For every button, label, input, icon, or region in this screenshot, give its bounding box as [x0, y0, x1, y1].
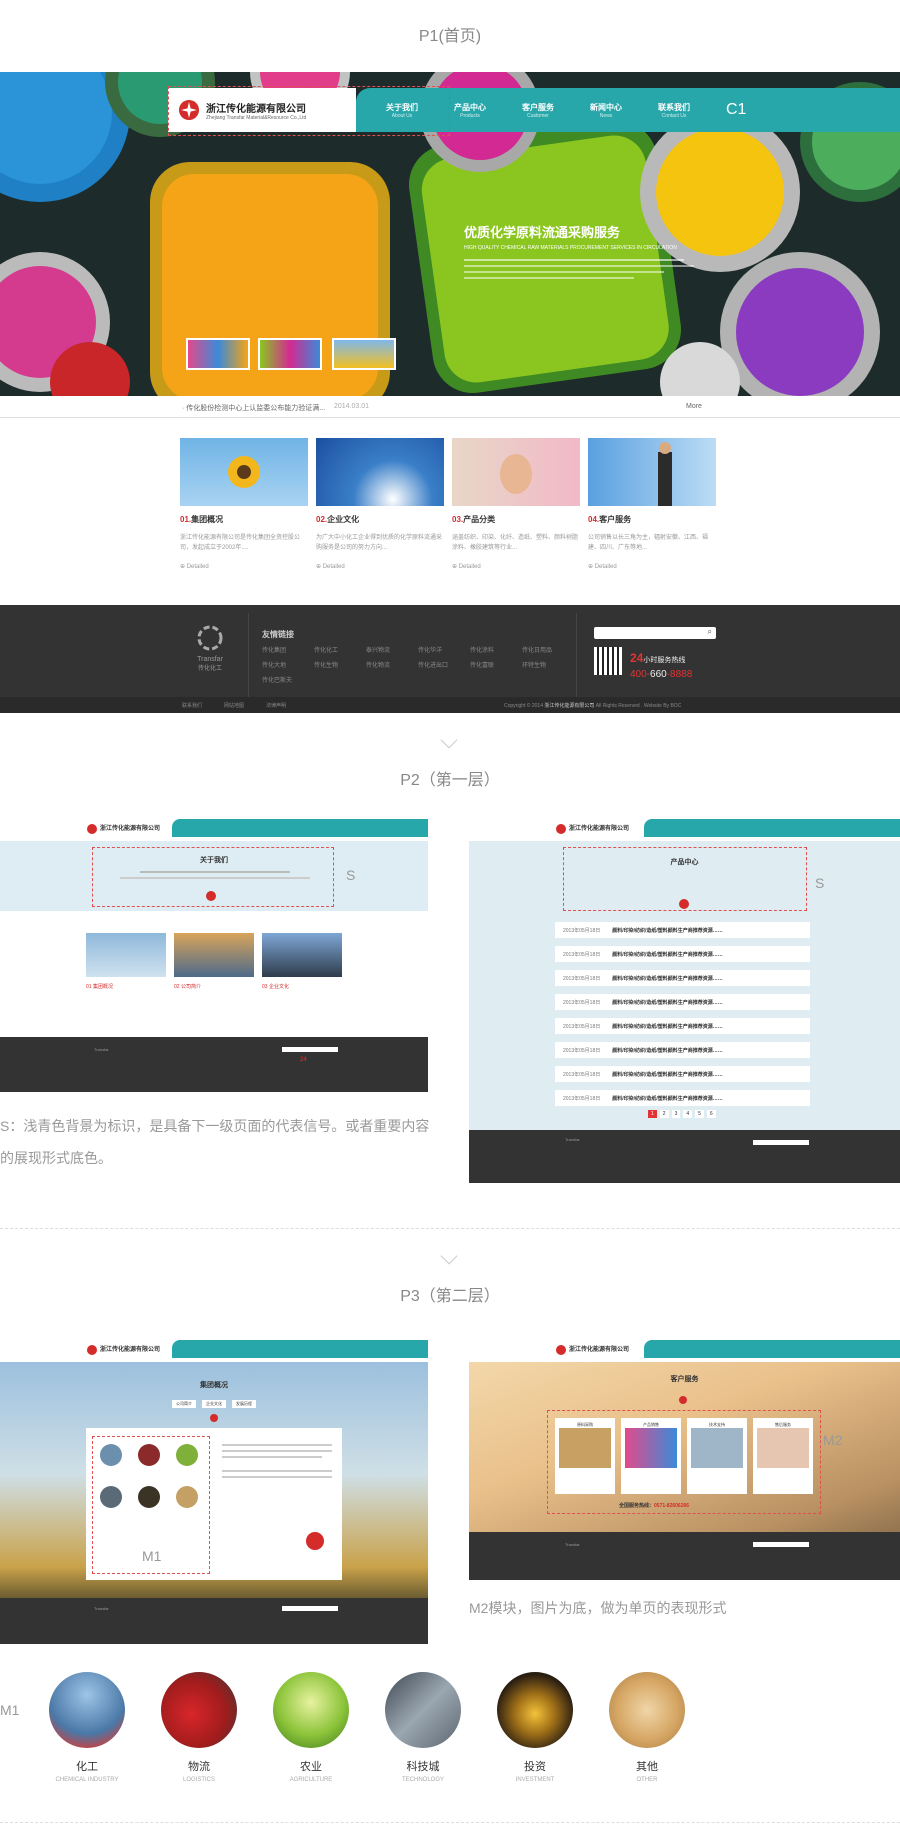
note-m2: M2模块，图片为底，做为单页的表现形式	[469, 1600, 727, 1616]
friend-link[interactable]: 泰兴物流	[366, 645, 418, 654]
nav-item-customer[interactable]: 客户服务 Customer	[504, 102, 572, 119]
note-s: S：浅青色背景为标识，是具备下一级页面的代表信号。或者重要内容的展现形式底色。	[0, 1118, 430, 1166]
footer-link-legal[interactable]: 法律声明	[266, 702, 286, 709]
friend-link[interactable]: 传化涂料	[470, 645, 522, 654]
friend-link[interactable]: 传化化工	[314, 645, 366, 654]
news-more-link[interactable]: More	[686, 403, 702, 410]
hero-thumb-1[interactable]	[186, 338, 250, 370]
friend-link[interactable]: 传化进出口	[418, 660, 470, 669]
card-title: 产品分类	[463, 515, 496, 524]
hero-title: 优质化学原料流通采购服务	[464, 225, 621, 240]
module-tag-c1: C1	[726, 101, 747, 118]
feature-card[interactable]: 02.企业文化 为广大中小化工企业得到优质的化学原料流通采购服务是公司的努力方向…	[316, 438, 444, 570]
sunflower-image	[180, 438, 308, 506]
category-agriculture[interactable]: 农业 AGRICULTURE	[273, 1672, 349, 1783]
search-icon[interactable]: ⌕	[708, 627, 712, 637]
friend-link[interactable]: 传化巴斯夫	[262, 675, 314, 684]
news-link[interactable]: · 传化股份检测中心上认监委公布能力验证满...	[182, 403, 325, 413]
friend-link[interactable]: 环特生物	[522, 660, 574, 669]
annotation-box	[168, 86, 450, 136]
mock-group-page: 浙江传化能源有限公司 集团概况 公司简介 企业文化 发展历程 M1 Transf…	[0, 1336, 428, 1644]
card-detail-link[interactable]: ⊕ Detailed	[180, 563, 308, 570]
hero-text: 优质化学原料流通采购服务 HIGH QUALITY CHEMICAL RAW M…	[464, 222, 704, 279]
mock-about-page: 浙江传化能源有限公司 关于我们 S 01 集团概况 02 公司简介 03 企业文…	[0, 815, 428, 1092]
hero-subtitle: HIGH QUALITY CHEMICAL RAW MATERIALS PROC…	[464, 245, 677, 251]
hero-thumb-2[interactable]	[258, 338, 322, 370]
list-item[interactable]: 2013年05月18日 颜料/印染/纺织/造纸/塑料颜料生产商推荐资源……	[555, 1042, 810, 1058]
list-item[interactable]: 2013年05月18日 颜料/印染/纺织/造纸/塑料颜料生产商推荐资源……	[555, 970, 810, 986]
friend-link[interactable]: 传化日用品	[522, 645, 574, 654]
module-tag-m1: M1	[0, 1702, 20, 1718]
category-chemical[interactable]: 化工 CHEMICAL INDUSTRY	[49, 1672, 125, 1783]
list-item[interactable]: 2013年05月18日 颜料/印染/纺织/造纸/塑料颜料生产商推荐资源……	[555, 1018, 810, 1034]
category-logistics[interactable]: 物流 LOGISTICS	[161, 1672, 237, 1783]
list-item[interactable]: 2013年05月18日 颜料/印染/纺织/造纸/塑料颜料生产商推荐资源……	[555, 922, 810, 938]
friend-link[interactable]: 传化物流	[366, 660, 418, 669]
footer-search-input[interactable]: ⌕	[594, 627, 716, 639]
section-label-p1: P1(首页)	[418, 28, 482, 45]
footer-link-contact[interactable]: 联系我们	[182, 702, 202, 709]
card-detail-link[interactable]: ⊕ Detailed	[316, 563, 444, 570]
footer-link-sitemap[interactable]: 网站地图	[224, 702, 244, 709]
feature-card[interactable]: 01.集团概况 浙江传化能源有限公司是传化集团全资控股公司，发起成立于2002年…	[180, 438, 308, 570]
wheat-photo-icon	[609, 1672, 685, 1748]
chemical-plant-photo-icon	[49, 1672, 125, 1748]
chevron-down-icon	[440, 731, 458, 749]
footer-logo: Transfar 传化化工	[188, 625, 232, 672]
news-date: 2014.03.01	[334, 403, 370, 410]
card-detail-link[interactable]: ⊕ Detailed	[452, 563, 580, 570]
copyright-bar: 联系我们 网站地图 法律声明 Copyright © 2014 浙江传化能源有限…	[0, 697, 900, 713]
hotline: 24小时服务热线 400-660-8888	[630, 651, 693, 680]
friend-link[interactable]: 传化集团	[262, 645, 314, 654]
nav-item-contact[interactable]: 联系我们 Contact Us	[640, 102, 708, 119]
card-title: 企业文化	[327, 515, 360, 524]
building-photo-icon	[385, 1672, 461, 1748]
section-label-p3: P3（第二层）	[400, 1288, 500, 1305]
pagination: 1 2 3 4 5 6	[648, 1110, 716, 1118]
friend-link[interactable]: 传化富联	[470, 660, 522, 669]
light-cyan-banner: 关于我们 S	[0, 841, 428, 911]
feature-card[interactable]: 04.客户服务 公司销售以长三角为主，辐射安徽、江西、福建、四川、广东等地...…	[588, 438, 716, 570]
golden-eggs-photo-icon	[497, 1672, 573, 1748]
card-desc: 为广大中小化工企业得到优质的化学原料流通采购服务是公司的努力方向...	[316, 535, 443, 551]
hero-thumb-3[interactable]	[332, 338, 396, 370]
links-title: 友情链接	[262, 630, 294, 639]
friend-link[interactable]: 传化华洋	[418, 645, 470, 654]
list-item[interactable]: 2013年05月18日 颜料/印染/纺织/造纸/塑料颜料生产商推荐资源……	[555, 1090, 810, 1106]
card-desc: 涵盖纺织、印染、化纤、造纸、塑料、颜料树脂涂料、橡胶建筑等行业...	[452, 535, 579, 551]
card-title: 客户服务	[599, 515, 632, 524]
truck-photo-icon	[161, 1672, 237, 1748]
news-ticker: · 传化股份检测中心上认监委公布能力验证满... 2014.03.01 More	[0, 396, 900, 418]
card-desc: 浙江传化能源有限公司是传化集团全资控股公司，发起成立于2002年....	[180, 535, 301, 551]
friend-links: 传化集团 传化化工 泰兴物流 传化华洋 传化涂料 传化日用品 传化大地 传化生物 传化物流 传化…	[262, 645, 574, 684]
sprout-photo-icon	[273, 1672, 349, 1748]
card-title: 集团概况	[191, 515, 224, 524]
skydivers-image	[316, 438, 444, 506]
card-detail-link[interactable]: ⊕ Detailed	[588, 563, 716, 570]
nav-item-news[interactable]: 新闻中心 News	[572, 102, 640, 119]
card-desc: 公司销售以长三角为主，辐射安徽、江西、福建、四川、广东等地...	[588, 535, 709, 551]
mock-service-page: 浙江传化能源有限公司 客户服务 原料采购 产品销售 技术支持 售后服务 全国服务…	[469, 1336, 900, 1580]
category-other[interactable]: 其他 OTHER	[609, 1672, 685, 1783]
list-item[interactable]: 2013年05月18日 颜料/印染/纺织/造纸/塑料颜料生产商推荐资源……	[555, 1066, 810, 1082]
transfar-logo-icon	[197, 625, 223, 651]
chevron-down-icon	[440, 1247, 458, 1265]
copyright-text: Copyright © 2014 浙江传化能源有限公司 All Rights R…	[504, 703, 682, 709]
businessman-image	[588, 438, 716, 506]
qr-code-image	[594, 647, 622, 675]
feature-card[interactable]: 03.产品分类 涵盖纺织、印染、化纤、造纸、塑料、颜料树脂涂料、橡胶建筑等行业.…	[452, 438, 580, 570]
friend-link[interactable]: 传化大地	[262, 660, 314, 669]
list-item[interactable]: 2013年05月18日 颜料/印染/纺织/造纸/塑料颜料生产商推荐资源……	[555, 946, 810, 962]
friend-link[interactable]: 传化生物	[314, 660, 366, 669]
list-item[interactable]: 2013年05月18日 颜料/印染/纺织/造纸/塑料颜料生产商推荐资源……	[555, 994, 810, 1010]
child-painting-image	[452, 438, 580, 506]
section-label-p2: P2（第一层）	[400, 772, 500, 789]
category-technology[interactable]: 科技城 TECHNOLOGY	[385, 1672, 461, 1783]
category-investment[interactable]: 投资 INVESTMENT	[497, 1672, 573, 1783]
